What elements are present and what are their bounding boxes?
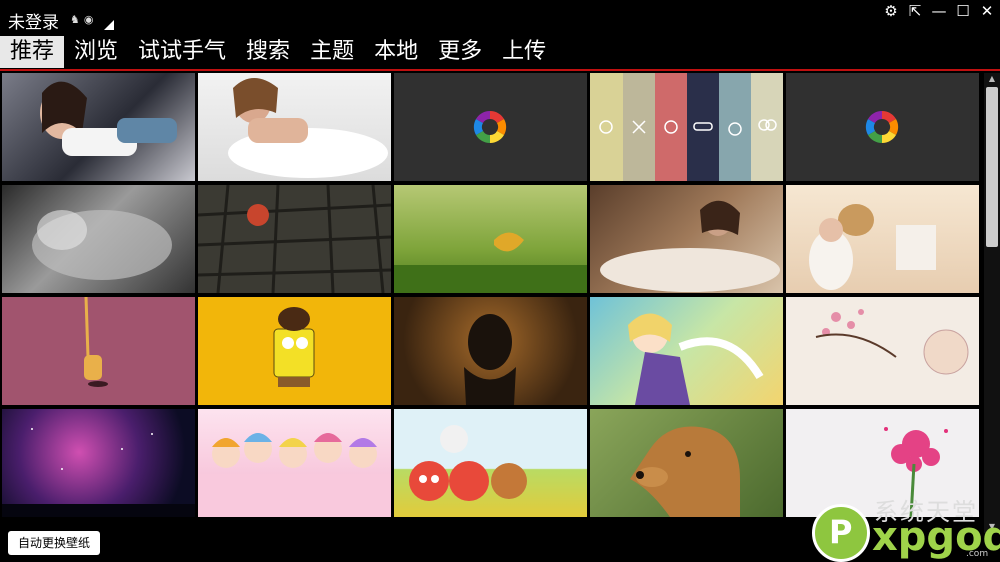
wallpaper-thumbnail[interactable]: [2, 409, 195, 517]
scroll-up-icon[interactable]: ▲: [986, 73, 998, 85]
wallpaper-thumbnail[interactable]: [590, 185, 783, 293]
close-icon[interactable]: ✕: [978, 2, 996, 20]
gear-icon[interactable]: ⚙: [882, 2, 900, 20]
wallpaper-thumbnail[interactable]: [198, 409, 391, 517]
wallpaper-thumbnail[interactable]: [2, 297, 195, 405]
site-watermark: P 系统天堂 xpgod .com: [810, 492, 1000, 562]
scrollbar-thumb[interactable]: [986, 87, 998, 247]
window-controls: ⚙ ⇱ — ☐ ✕: [882, 2, 996, 20]
watermark-tld: .com: [966, 549, 989, 559]
popout-icon[interactable]: ⇱: [906, 2, 924, 20]
tab-recommend[interactable]: 推荐: [0, 36, 65, 68]
wallpaper-thumbnail[interactable]: [786, 297, 979, 405]
tab-theme[interactable]: 主题: [300, 36, 364, 68]
tab-lucky[interactable]: 试试手气: [128, 36, 236, 68]
wallpaper-thumbnail[interactable]: [2, 73, 195, 181]
tab-more[interactable]: 更多: [428, 36, 492, 68]
auto-change-wallpaper-button[interactable]: 自动更换壁纸: [8, 531, 100, 555]
wallpaper-thumbnail[interactable]: [394, 409, 587, 517]
maximize-icon[interactable]: ☐: [954, 2, 972, 20]
wallpaper-thumbnail[interactable]: [590, 73, 783, 181]
wallpaper-grid: [2, 73, 982, 523]
wallpaper-thumbnail[interactable]: [590, 409, 783, 517]
vertical-scrollbar[interactable]: ▲ ▼: [984, 73, 1000, 533]
main-nav: 推荐 浏览 试试手气 搜索 主题 本地 更多 上传: [0, 36, 1000, 70]
minimize-icon[interactable]: —: [930, 2, 948, 20]
login-status[interactable]: 未登录: [8, 8, 59, 33]
dropdown-triangle-icon[interactable]: [104, 20, 114, 30]
tab-upload[interactable]: 上传: [492, 36, 556, 68]
wallpaper-thumbnail[interactable]: [198, 185, 391, 293]
wallpaper-thumbnail[interactable]: [198, 73, 391, 181]
wallpaper-thumbnail[interactable]: [2, 185, 195, 293]
qq-icon[interactable]: ♞: [70, 14, 80, 25]
wallpaper-thumbnail[interactable]: [394, 185, 587, 293]
wallpaper-thumbnail[interactable]: [786, 185, 979, 293]
tab-browse[interactable]: 浏览: [64, 36, 128, 68]
wallpaper-thumbnail[interactable]: [590, 297, 783, 405]
wallpaper-thumbnail[interactable]: [394, 297, 587, 405]
wallpaper-thumbnail[interactable]: [394, 73, 587, 181]
tab-local[interactable]: 本地: [364, 36, 428, 68]
title-bar: 未登录 ♞ ◉ ⚙ ⇱ — ☐ ✕: [0, 0, 1000, 36]
wallpaper-thumbnail[interactable]: [786, 73, 979, 181]
watermark-logo-icon: P: [812, 504, 870, 562]
wallpaper-thumbnail[interactable]: [198, 297, 391, 405]
tab-search[interactable]: 搜索: [236, 36, 300, 68]
weibo-icon[interactable]: ◉: [84, 14, 94, 25]
social-login-icons: ♞ ◉: [70, 14, 93, 25]
nav-divider: [0, 69, 1000, 71]
